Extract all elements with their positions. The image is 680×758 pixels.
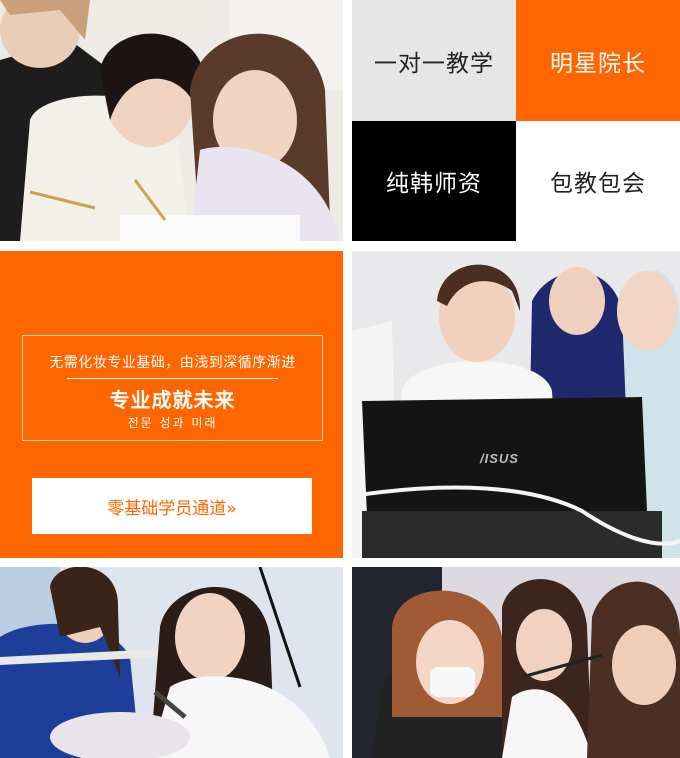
tile-korean-teachers-label: 纯韩师资 — [386, 171, 482, 197]
tile-korean-teachers: 纯韩师资 — [352, 121, 516, 241]
students-masks-photo — [352, 567, 680, 758]
tile-star-director: 明星院长 — [516, 0, 680, 121]
tile-star-director-label: 明星院长 — [550, 50, 646, 77]
promo-divider — [67, 378, 278, 379]
promo-banner: 无需化妆专业基础，由浅到深循序渐进 专业成就未来 전문 성과 미래 零基础学员通… — [0, 251, 343, 558]
promo-korean-line: 전문 성과 미래 — [127, 416, 218, 430]
promo-subtitle: 无需化妆专业基础，由浅到深循序渐进 — [49, 355, 296, 371]
promo-title: 专业成就未来 — [109, 388, 236, 412]
promo-frame: 无需化妆专业基础，由浅到深循序渐进 专业成就未来 전문 성과 미래 — [22, 335, 323, 441]
tattoo-demo-illustration — [0, 567, 343, 758]
tile-guaranteed-label: 包教包会 — [550, 171, 646, 197]
tattoo-demo-photo — [0, 567, 343, 758]
tile-guaranteed: 包教包会 — [516, 121, 680, 241]
instructor-laptop-illustration — [352, 251, 680, 558]
instructor-laptop-photo: /ISUS — [352, 251, 680, 558]
students-masks-illustration — [352, 567, 680, 758]
students-practice-illustration — [0, 0, 343, 241]
beginner-channel-button[interactable]: 零基础学员通道» — [32, 478, 312, 534]
laptop-brand-logo: /ISUS — [480, 451, 519, 466]
tile-one-on-one: 一对一教学 — [352, 0, 516, 121]
tile-one-on-one-label: 一对一教学 — [374, 50, 494, 77]
students-practice-photo — [0, 0, 343, 241]
